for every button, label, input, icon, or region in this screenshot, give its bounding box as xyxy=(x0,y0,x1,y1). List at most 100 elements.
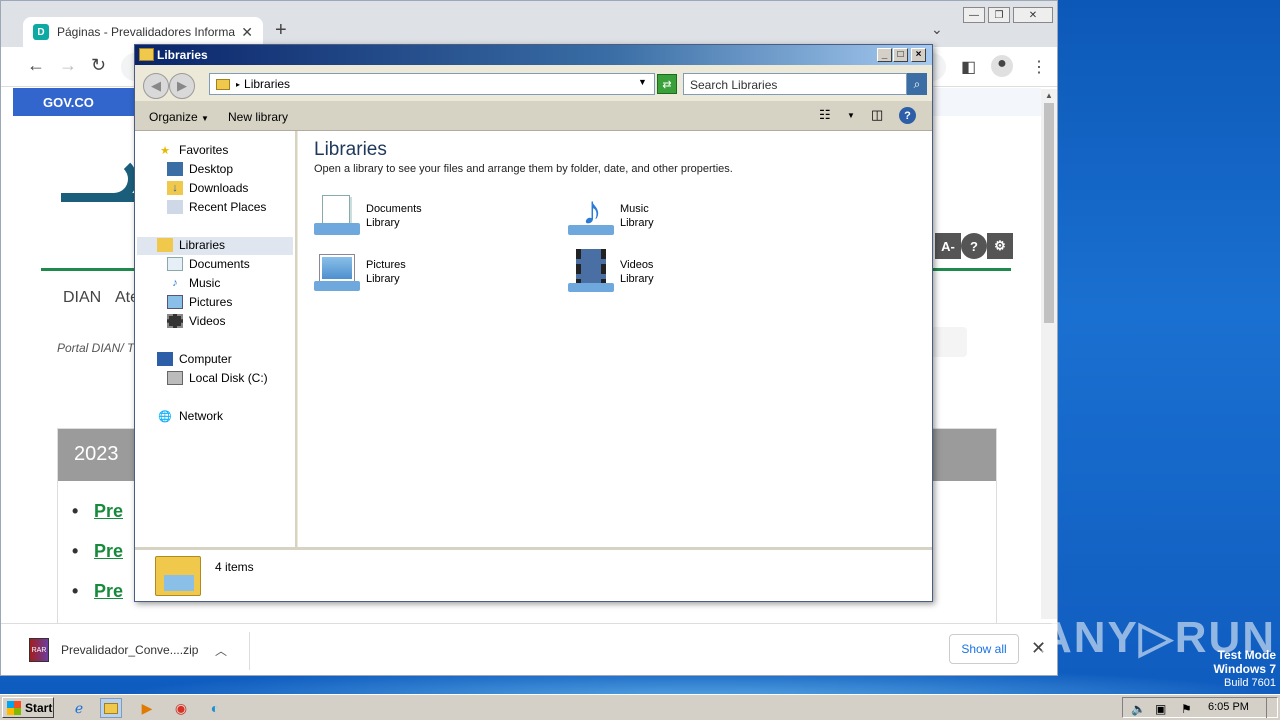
music-library[interactable]: ♪ Music Library xyxy=(568,189,654,239)
forward-button[interactable]: ▶ xyxy=(169,73,195,99)
chrome-icon[interactable]: ◉ xyxy=(170,698,192,718)
nav-desktop[interactable]: Desktop xyxy=(167,160,233,178)
videos-library-icon xyxy=(568,249,614,295)
new-library-button[interactable]: New library xyxy=(228,110,288,124)
breadcrumb-arrow-icon[interactable]: ▸ xyxy=(236,80,240,89)
test-mode-line3: Build 7601 xyxy=(1224,677,1276,689)
side-panel-icon[interactable]: ◧ xyxy=(961,57,976,77)
decrease-font-button[interactable]: A- xyxy=(935,233,961,259)
menu-kebab-icon[interactable]: ⋮ xyxy=(1031,57,1047,77)
download-item[interactable]: RAR Prevalidador_Conve....zip ︿ xyxy=(29,636,227,664)
videos-library-name: Videos xyxy=(620,259,654,271)
tab-search-chevron-icon[interactable]: ⌄ xyxy=(931,21,943,38)
show-all-button[interactable]: Show all xyxy=(949,634,1019,664)
page-scrollbar[interactable]: ▲ xyxy=(1041,89,1057,619)
explorer-maximize-button[interactable]: □ xyxy=(893,48,908,62)
network-tray-icon[interactable]: ▣ xyxy=(1155,702,1166,716)
star-icon: ★ xyxy=(160,144,170,157)
change-view-icon[interactable]: ☷ xyxy=(819,107,831,123)
new-tab-button[interactable]: + xyxy=(275,19,287,42)
volume-icon[interactable]: 🔈 xyxy=(1131,702,1146,716)
explorer-close-button[interactable]: × xyxy=(911,48,926,62)
nav-computer[interactable]: Computer xyxy=(157,350,232,368)
recent-places-icon xyxy=(167,200,183,214)
clock[interactable]: 6:05 PM xyxy=(1208,701,1249,713)
address-dropdown-icon[interactable]: ▼ xyxy=(638,77,647,87)
documents-icon xyxy=(167,257,183,271)
organize-dropdown-icon: ▼ xyxy=(201,114,209,123)
nav-music-label: Music xyxy=(189,276,221,290)
system-tray: 🔈 ▣ ⚑ xyxy=(1122,697,1278,718)
prevalidador-link[interactable]: Pre xyxy=(72,501,123,522)
page-header-strip xyxy=(921,88,1041,116)
action-center-flag-icon[interactable]: ⚑ xyxy=(1181,702,1192,716)
back-arrow-icon[interactable]: ← xyxy=(27,55,45,76)
explorer-minimize-button[interactable]: _ xyxy=(877,48,892,62)
pictures-library[interactable]: Pictures Library xyxy=(314,249,406,295)
libraries-large-folder-icon xyxy=(155,556,201,596)
close-window-button[interactable]: ✕ xyxy=(1013,7,1053,23)
explorer-taskbar-icon[interactable] xyxy=(100,698,122,718)
view-dropdown-icon[interactable]: ▼ xyxy=(847,111,855,120)
help-icon[interactable]: ? xyxy=(961,233,987,259)
pictures-library-sub: Library xyxy=(366,273,400,285)
nav-music[interactable]: ♪ Music xyxy=(167,274,220,292)
menu-dian[interactable]: DIAN xyxy=(63,289,101,307)
media-player-icon[interactable]: ▶ xyxy=(136,698,158,718)
nav-local-disk[interactable]: Local Disk (C:) xyxy=(167,369,268,387)
tab-title: Páginas - Prevalidadores Informació xyxy=(57,25,236,39)
nav-videos-label: Videos xyxy=(189,314,226,328)
refresh-icon[interactable]: ⇄ xyxy=(657,74,677,94)
music-library-name: Music xyxy=(620,203,649,215)
internet-explorer-icon[interactable]: ℯ xyxy=(68,698,90,718)
videos-library[interactable]: Videos Library xyxy=(568,249,654,295)
nav-downloads[interactable]: ↓ Downloads xyxy=(167,179,248,197)
browser-tab[interactable]: D Páginas - Prevalidadores Informació ✕ xyxy=(23,17,263,47)
scroll-up-icon[interactable]: ▲ xyxy=(1045,91,1053,100)
address-text: Libraries xyxy=(244,77,291,91)
reload-icon[interactable]: ↻ xyxy=(91,55,106,76)
search-icon[interactable]: ⌕ xyxy=(907,73,927,95)
forward-arrow-icon[interactable]: → xyxy=(59,55,77,76)
explorer-title: Libraries xyxy=(157,48,208,62)
organize-button[interactable]: Organize ▼ xyxy=(149,110,209,124)
pictures-library-icon xyxy=(314,249,360,295)
nav-documents[interactable]: Documents xyxy=(167,255,250,273)
gov-co-banner[interactable]: GOV.CO xyxy=(13,88,139,116)
minimize-button[interactable]: — xyxy=(963,7,985,23)
search-input[interactable]: Search Libraries xyxy=(683,73,907,95)
organize-label: Organize xyxy=(149,110,198,124)
show-desktop-button[interactable] xyxy=(1266,697,1278,718)
nav-videos[interactable]: Videos xyxy=(167,312,225,330)
nav-network[interactable]: 🌐 Network xyxy=(157,407,223,425)
download-bar: RAR Prevalidador_Conve....zip ︿ Show all… xyxy=(1,623,1057,675)
local-disk-icon xyxy=(167,371,183,385)
help-icon[interactable]: ? xyxy=(899,107,916,124)
documents-library-icon xyxy=(314,193,360,239)
nav-favorites[interactable]: ★ Favorites xyxy=(157,141,228,159)
nav-pictures[interactable]: Pictures xyxy=(167,293,232,311)
nav-libraries[interactable]: Libraries xyxy=(157,236,225,254)
explorer-address-bar[interactable]: ▸ Libraries ▼ xyxy=(209,73,655,95)
restore-button[interactable]: ❐ xyxy=(988,7,1010,23)
pictures-icon xyxy=(167,295,183,309)
download-separator xyxy=(249,632,250,670)
edge-icon[interactable]: ◐ xyxy=(204,698,226,718)
documents-library[interactable]: Documents Library xyxy=(314,193,422,239)
settings-gear-icon[interactable]: ⚙ xyxy=(987,233,1013,259)
explorer-address-row: ◀ ▶ ▸ Libraries ▼ ⇄ Search Libraries ⌕ xyxy=(135,65,932,101)
prevalidador-link[interactable]: Pre xyxy=(72,541,123,562)
chevron-up-icon[interactable]: ︿ xyxy=(215,642,227,659)
prevalidador-link[interactable]: Pre xyxy=(72,581,123,602)
breadcrumb[interactable]: Portal DIAN/ T xyxy=(57,341,134,355)
start-button[interactable]: Start xyxy=(2,697,54,718)
libraries-heading: Libraries xyxy=(314,139,387,160)
explorer-titlebar[interactable]: Libraries _ □ × xyxy=(135,45,932,65)
scrollbar-thumb[interactable] xyxy=(1044,103,1054,323)
tab-close-icon[interactable]: ✕ xyxy=(241,24,253,41)
back-button[interactable]: ◀ xyxy=(143,73,169,99)
start-label: Start xyxy=(25,700,53,715)
preview-pane-icon[interactable]: ◫ xyxy=(871,107,883,123)
profile-avatar-icon[interactable]: ● xyxy=(991,55,1013,77)
nav-recent-places[interactable]: Recent Places xyxy=(167,198,266,216)
